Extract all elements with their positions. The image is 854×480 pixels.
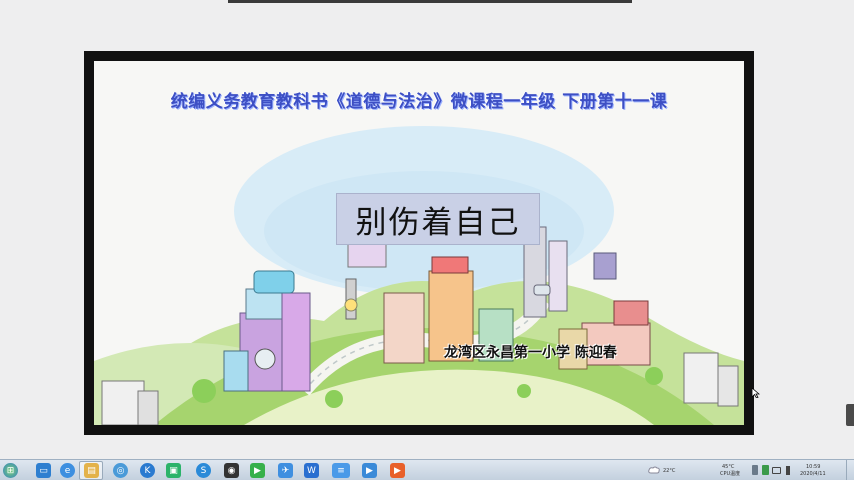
author-credit: 龙湾区永昌第一小学 陈迎春 [444,345,617,361]
tray-flag-icon[interactable] [752,465,758,475]
lesson-title: 别伤着自己 [336,193,540,245]
network-icon[interactable] [772,467,781,474]
tray-security-icon[interactable] [762,465,769,475]
weather-temp: 22°C [663,468,676,474]
series-title: 统编义务教育教科书《道德与法治》微课程一年级 下册第十一课 [170,92,668,112]
monitor-app-icon[interactable]: ▭ [36,463,51,478]
sogou-icon[interactable]: S [196,463,211,478]
cpu-label: CPU温度 [720,471,741,477]
k-app-icon[interactable]: K [140,463,155,478]
clock-time[interactable]: 10:59 [806,464,820,470]
show-desktop-button[interactable] [846,460,854,480]
mouse-cursor-icon [752,388,760,398]
video-app-icon[interactable]: ▶ [362,463,377,478]
weather-cloud-icon[interactable] [648,466,660,474]
ie-browser-icon[interactable]: e [60,463,75,478]
start-button-icon[interactable]: ⊞ [3,463,18,478]
slide-content: 统编义务教育教科书《道德与法治》微课程一年级 下册第十一课 别伤着自己 龙湾区永… [94,61,744,425]
chat-app-icon[interactable]: ◎ [113,463,128,478]
taskbar: ⊞ ▭ e ▤ ◎ K ▣ S ◉ ▶ ✈ W ≡ ▶ ▶ 22°C 45°C … [0,459,854,480]
video-frame: 统编义务教育教科书《道德与法治》微课程一年级 下册第十一课 别伤着自己 龙湾区永… [84,51,754,435]
top-window-edge [228,0,632,3]
media-player-icon[interactable]: ▶ [250,463,265,478]
feishu-icon[interactable]: ✈ [278,463,293,478]
volume-icon[interactable] [786,466,794,475]
side-panel-handle[interactable] [846,404,854,426]
camera-app-icon[interactable]: ◉ [224,463,239,478]
presentation-app-icon[interactable]: ▶ [390,463,405,478]
iqiyi-icon[interactable]: ▣ [166,463,181,478]
cpu-temp: 45°C [722,464,735,470]
clock-date[interactable]: 2020/4/11 [800,471,826,477]
folder-icon[interactable]: ▤ [84,463,99,478]
wps-icon[interactable]: W [304,463,319,478]
edu-app-icon[interactable]: ≡ [332,463,350,478]
